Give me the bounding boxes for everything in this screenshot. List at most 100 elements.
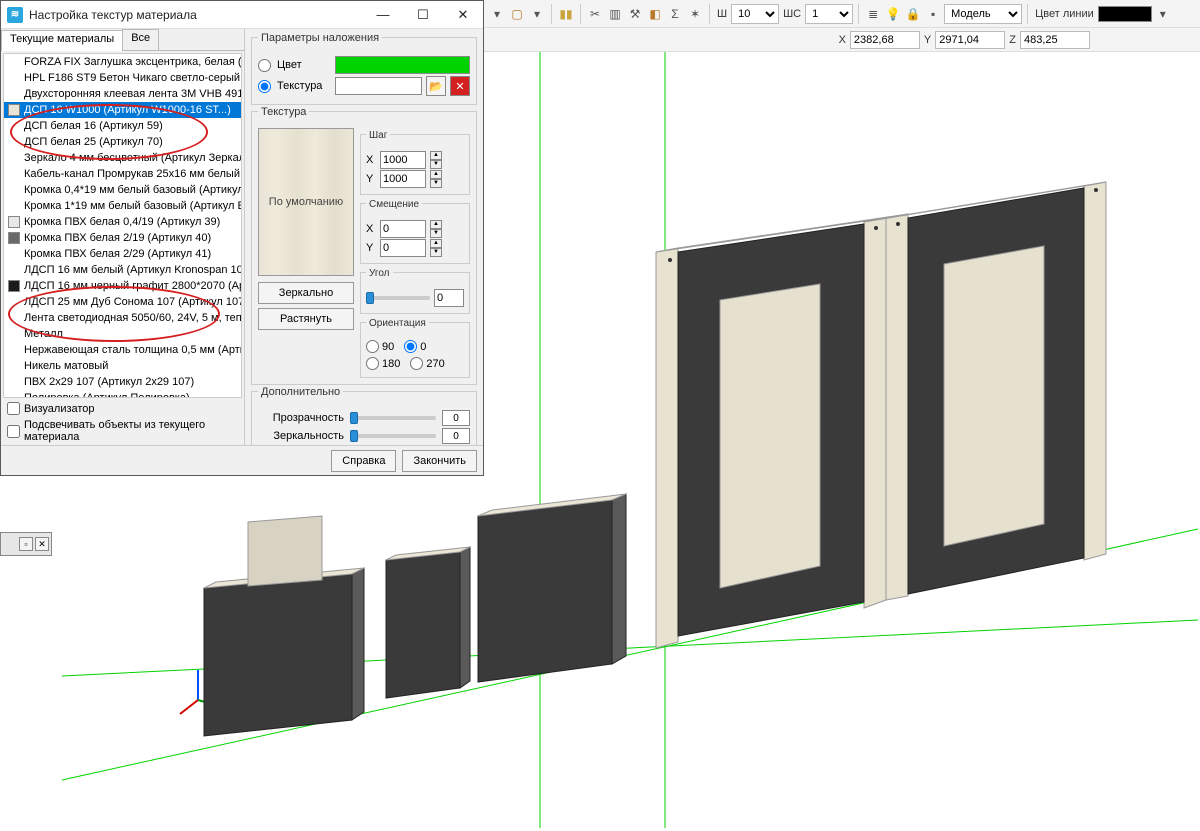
orient-90[interactable]: 90 [366, 340, 394, 353]
close-mini-icon[interactable]: ✕ [35, 537, 49, 551]
material-label: ДСП белая 25 (Артикул 70) [24, 136, 163, 148]
browse-button[interactable]: 📂 [426, 76, 446, 96]
tool-icon[interactable]: ⚒ [626, 5, 644, 23]
highlight-checkbox[interactable]: Подсвечивать объекты из текущего материа… [7, 419, 238, 443]
cube-icon[interactable]: ▢ [508, 5, 526, 23]
coord-y-label: Y [924, 34, 931, 46]
texture-preview[interactable]: По умолчанию [258, 128, 354, 276]
transparency-value[interactable] [442, 410, 470, 426]
restore-icon[interactable]: ▫ [19, 537, 33, 551]
dropdown-icon[interactable]: ▾ [488, 5, 506, 23]
material-item[interactable]: Кромка 1*19 мм белый базовый (Артикул Eg… [4, 198, 241, 214]
angle-group: Угол [360, 272, 470, 314]
visualizer-checkbox[interactable]: Визуализатор [7, 402, 238, 415]
material-list[interactable]: FORZA FIX Заглушка эксцентрика, белая (А… [3, 53, 242, 398]
material-item[interactable]: Кромка 0,4*19 мм белый базовый (Артикул … [4, 182, 241, 198]
mirror-slider[interactable] [350, 434, 436, 438]
material-item[interactable]: Металл [4, 326, 241, 342]
orient-270[interactable]: 270 [410, 357, 444, 370]
material-item[interactable]: Двухсторонняя клеевая лента 3М VHB 4910F… [4, 86, 241, 102]
help-button[interactable]: Справка [331, 450, 396, 472]
material-swatch [8, 312, 20, 324]
offset-group: Смещение X▲▼ Y▲▼ [360, 203, 470, 264]
material-label: HPL F186 ST9 Бетон Чикаго светло-серый (… [24, 72, 241, 84]
material-label: Кромка ПВХ белая 2/29 (Артикул 41) [24, 248, 211, 260]
material-swatch [8, 296, 20, 308]
transparency-slider[interactable] [350, 416, 436, 420]
minimize-button[interactable]: — [363, 1, 403, 29]
material-label: Нержавеющая сталь толщина 0,5 мм (Артику… [24, 344, 241, 356]
material-item[interactable]: Кабель-канал Промрукав 25х16 мм белый 2 … [4, 166, 241, 182]
color-swatch[interactable] [335, 56, 470, 74]
material-label: Кабель-канал Промрукав 25х16 мм белый 2 … [24, 168, 241, 180]
material-item[interactable]: Кромка ПВХ белая 0,4/19 (Артикул 39) [4, 214, 241, 230]
material-item[interactable]: Кромка ПВХ белая 2/29 (Артикул 41) [4, 246, 241, 262]
offset-y-input[interactable] [380, 239, 426, 257]
tab-all[interactable]: Все [122, 29, 159, 50]
books-icon[interactable]: ▮▮ [557, 5, 575, 23]
mirror-value[interactable] [442, 428, 470, 444]
coord-y-input[interactable] [935, 31, 1005, 49]
material-item[interactable]: ДСП белая 25 (Артикул 70) [4, 134, 241, 150]
flag-icon[interactable]: ▪ [924, 5, 942, 23]
dialog-titlebar[interactable]: ≋ Настройка текстур материала — ☐ ✕ [1, 1, 483, 29]
box-icon[interactable]: ◧ [646, 5, 664, 23]
mirror-button[interactable]: Зеркально [258, 282, 354, 304]
orientation-group: Ориентация 90 0 180 270 [360, 322, 470, 378]
sigma-icon[interactable]: Σ [666, 5, 684, 23]
layers-icon[interactable]: ≣ [864, 5, 882, 23]
material-item[interactable]: ПВХ 2х29 107 (Артикул 2х29 107) [4, 374, 241, 390]
lock-icon[interactable]: 🔒 [904, 5, 922, 23]
material-item[interactable]: Зеркало 4 мм бесцветный (Артикул Зеркало… [4, 150, 241, 166]
material-tabs: Текущие материалы Все [1, 29, 244, 51]
color-radio[interactable] [258, 59, 271, 72]
tab-current[interactable]: Текущие материалы [1, 30, 123, 51]
model-select[interactable]: Модель [944, 4, 1022, 24]
material-item[interactable]: FORZA FIX Заглушка эксцентрика, белая (А… [4, 54, 241, 70]
top-toolbar: ▾ ▢▾ ▮▮ ✂ ▥ ⚒ ◧ Σ ✶ Ш 10 ШС 1 ≣ 💡 🔒 ▪ Мо… [484, 0, 1200, 28]
material-label: Лента светодиодная 5050/60, 24V, 5 м, те… [24, 312, 241, 324]
material-label: Зеркало 4 мм бесцветный (Артикул Зеркало… [24, 152, 241, 164]
delete-texture-button[interactable]: ✕ [450, 76, 470, 96]
panel-icon[interactable]: ▥ [606, 5, 624, 23]
material-item[interactable]: ЛДСП 25 мм Дуб Сонома 107 (Артикул 107-2… [4, 294, 241, 310]
material-item[interactable]: Кромка ПВХ белая 2/19 (Артикул 40) [4, 230, 241, 246]
texture-path-input[interactable] [335, 77, 422, 95]
material-item[interactable]: Полировка (Артикул Полировка) [4, 390, 241, 398]
material-item[interactable]: ЛДСП 16 мм белый (Артикул Kronospan 101 … [4, 262, 241, 278]
step-y-input[interactable] [380, 170, 426, 188]
maximize-button[interactable]: ☐ [403, 1, 443, 29]
width-select[interactable]: 10 [731, 4, 779, 24]
material-item[interactable]: Никель матовый [4, 358, 241, 374]
coord-z-input[interactable] [1020, 31, 1090, 49]
cut-icon[interactable]: ✂ [586, 5, 604, 23]
material-item[interactable]: HPL F186 ST9 Бетон Чикаго светло-серый (… [4, 70, 241, 86]
close-button[interactable]: ✕ [443, 1, 483, 29]
material-item[interactable]: ДСП белая 16 (Артикул 59) [4, 118, 241, 134]
step-x-input[interactable] [380, 151, 426, 169]
dialog-footer: Справка Закончить [1, 445, 483, 475]
line-color-label: Цвет линии [1035, 8, 1094, 20]
stretch-button[interactable]: Растянуть [258, 308, 354, 330]
line-color-swatch[interactable] [1098, 6, 1152, 22]
widthc-select[interactable]: 1 [805, 4, 853, 24]
material-item[interactable]: Нержавеющая сталь толщина 0,5 мм (Артику… [4, 342, 241, 358]
texture-radio[interactable] [258, 80, 271, 93]
wand-icon[interactable]: ✶ [686, 5, 704, 23]
material-swatch [8, 248, 20, 260]
material-item[interactable]: Лента светодиодная 5050/60, 24V, 5 м, те… [4, 310, 241, 326]
angle-slider[interactable] [366, 296, 430, 300]
material-item[interactable]: ЛДСП 16 мм черный графит 2800*2070 (Арти [4, 278, 241, 294]
width-label: Ш [717, 8, 727, 20]
finish-button[interactable]: Закончить [402, 450, 477, 472]
material-label: Полировка (Артикул Полировка) [24, 392, 190, 398]
material-item[interactable]: ДСП 16 W1000 (Артикул W1000-16 ST...) [4, 102, 241, 118]
material-label: ПВХ 2х29 107 (Артикул 2х29 107) [24, 376, 194, 388]
angle-input[interactable] [434, 289, 464, 307]
orient-0[interactable]: 0 [404, 340, 426, 353]
orient-180[interactable]: 180 [366, 357, 400, 370]
offset-x-input[interactable] [380, 220, 426, 238]
bulb-icon[interactable]: 💡 [884, 5, 902, 23]
collapsed-panel[interactable]: ▫ ✕ [0, 532, 52, 556]
coord-x-input[interactable] [850, 31, 920, 49]
